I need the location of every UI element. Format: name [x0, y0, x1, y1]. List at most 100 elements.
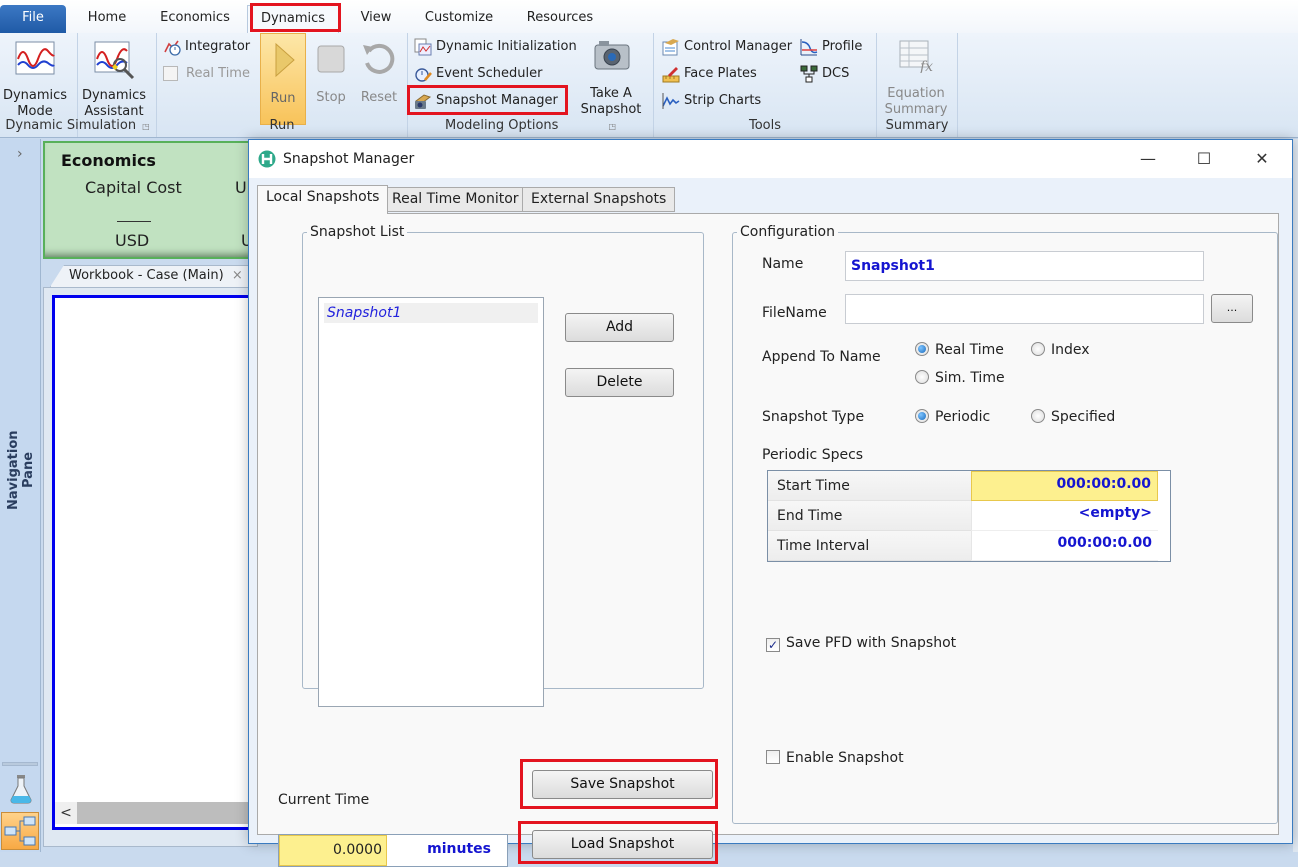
- add-button[interactable]: Add: [565, 313, 674, 342]
- horizontal-scrollbar[interactable]: [55, 802, 250, 824]
- strip-charts-button[interactable]: Strip Charts: [662, 90, 761, 112]
- take-snapshot-button[interactable]: Take A Snapshot: [578, 33, 644, 117]
- radio-indicator-selected[interactable]: [915, 409, 929, 423]
- take-snapshot-label-2: Snapshot: [580, 102, 642, 117]
- close-icon[interactable]: ×: [232, 268, 243, 283]
- grid-row: Start Time 000:00:0.00: [768, 471, 1170, 501]
- equation-summary-button[interactable]: fx Equation Summary: [880, 33, 952, 117]
- radio-append-real-time[interactable]: Real Time: [915, 341, 1004, 359]
- economics-next-label: U: [235, 178, 247, 197]
- save-pfd-label: Save PFD with Snapshot: [786, 635, 957, 651]
- dialog-launcher-icon[interactable]: ◳: [142, 122, 150, 131]
- dynamics-assistant-button[interactable]: Dynamics Assistant: [80, 33, 148, 119]
- workbook-tab-label: Workbook - Case (Main): [69, 268, 224, 283]
- modeling-options-label: Modeling Options: [445, 118, 559, 133]
- flask-icon[interactable]: [8, 774, 34, 804]
- tab-customize[interactable]: Customize: [416, 5, 502, 33]
- tab-economics[interactable]: Economics: [152, 5, 238, 33]
- radio-type-periodic[interactable]: Periodic: [915, 408, 990, 426]
- radio-append-index[interactable]: Index: [1031, 341, 1090, 359]
- economics-card[interactable]: Economics Capital Cost USD U U: [43, 141, 258, 259]
- end-time-value[interactable]: <empty>: [971, 501, 1158, 531]
- navigation-pane-label[interactable]: Navigation Pane: [6, 410, 36, 530]
- dialog-titlebar[interactable]: Snapshot Manager — ☐ ✕: [249, 140, 1292, 178]
- tab-resources[interactable]: Resources: [518, 5, 602, 33]
- radio-indicator-selected[interactable]: [915, 342, 929, 356]
- end-time-label: End Time: [768, 501, 971, 531]
- economics-title: Economics: [61, 151, 156, 170]
- radio-indicator[interactable]: [1031, 342, 1045, 356]
- tab-local-snapshots[interactable]: Local Snapshots: [257, 185, 389, 214]
- tab-real-time-monitor[interactable]: Real Time Monitor: [383, 187, 528, 212]
- dialog-launcher-icon[interactable]: ◳: [608, 122, 616, 131]
- run-label: Run: [270, 91, 296, 106]
- tab-external-snapshots[interactable]: External Snapshots: [522, 187, 676, 212]
- current-time-unit[interactable]: minutes: [387, 835, 495, 866]
- real-time-checkbox-box[interactable]: [163, 66, 178, 81]
- radio-append-sim-time[interactable]: Sim. Time: [915, 369, 1005, 387]
- current-time-value[interactable]: 0.0000: [279, 835, 387, 866]
- tab-dynamics[interactable]: Dynamics: [247, 5, 339, 33]
- checkbox-checked[interactable]: ✓: [766, 638, 780, 652]
- event-scheduler-button[interactable]: Event Scheduler: [414, 63, 542, 85]
- dynamics-mode-button[interactable]: Dynamics Mode: [2, 33, 68, 119]
- radio-label: Real Time: [935, 342, 1004, 358]
- tab-file[interactable]: File: [0, 5, 66, 33]
- tab-view[interactable]: View: [350, 5, 402, 33]
- radio-label: Specified: [1051, 409, 1116, 425]
- load-snapshot-button[interactable]: Load Snapshot: [532, 830, 713, 859]
- flowsheet-nav-button[interactable]: [1, 812, 39, 850]
- maximize-button[interactable]: ☐: [1181, 144, 1227, 174]
- name-input[interactable]: Snapshot1: [845, 251, 1204, 281]
- workbook-canvas[interactable]: [52, 295, 252, 830]
- save-snapshot-button[interactable]: Save Snapshot: [532, 770, 713, 799]
- tab-home[interactable]: Home: [76, 5, 138, 33]
- stop-button[interactable]: Stop: [312, 33, 350, 117]
- nav-expand-icon[interactable]: ›: [17, 146, 23, 162]
- close-button[interactable]: ✕: [1239, 144, 1285, 174]
- filename-input[interactable]: [845, 294, 1204, 324]
- dcs-label: DCS: [822, 66, 850, 81]
- control-manager-button[interactable]: Control Manager: [662, 36, 792, 58]
- checkbox-unchecked[interactable]: [766, 750, 780, 764]
- run-button[interactable]: Run: [260, 33, 306, 125]
- start-time-value[interactable]: 000:00:0.00: [971, 471, 1158, 501]
- minimize-button[interactable]: —: [1125, 144, 1171, 174]
- workbook-tab[interactable]: Workbook - Case (Main) ×: [50, 265, 250, 287]
- stop-label: Stop: [316, 90, 346, 105]
- play-icon: [275, 42, 295, 78]
- radio-type-specified[interactable]: Specified: [1031, 408, 1115, 426]
- profile-button[interactable]: Profile: [800, 36, 862, 58]
- integrator-button[interactable]: Integrator: [163, 36, 250, 58]
- radio-indicator[interactable]: [915, 370, 929, 384]
- nav-splitter[interactable]: [2, 762, 38, 766]
- reset-button[interactable]: Reset: [358, 33, 400, 117]
- snapshot-manager-dialog: Snapshot Manager — ☐ ✕ Local Snapshots R…: [248, 139, 1293, 867]
- scroll-left-icon[interactable]: <: [55, 802, 77, 824]
- real-time-checkbox[interactable]: Real Time: [163, 63, 250, 85]
- equation-summary-label-2: Summary: [884, 102, 948, 117]
- dynamic-initialization-button[interactable]: Dynamic Initialization: [414, 36, 577, 58]
- delete-button[interactable]: Delete: [565, 368, 674, 397]
- dcs-button[interactable]: DCS: [800, 63, 849, 85]
- name-label: Name: [762, 256, 804, 272]
- enable-snapshot-checkbox[interactable]: Enable Snapshot: [766, 749, 904, 767]
- ribbon-separator: [957, 33, 958, 137]
- snapshot-listbox[interactable]: Snapshot1: [318, 297, 544, 707]
- face-plates-button[interactable]: Face Plates: [662, 63, 757, 85]
- time-interval-value[interactable]: 000:00:0.00: [971, 531, 1158, 561]
- periodic-specs-label: Periodic Specs: [762, 447, 864, 463]
- current-time-label: Current Time: [278, 792, 370, 808]
- list-item[interactable]: Snapshot1: [324, 303, 538, 323]
- control-manager-icon: [662, 38, 679, 55]
- grid-row: End Time <empty>: [768, 501, 1170, 531]
- take-snapshot-label-1: Take A: [590, 86, 632, 101]
- dynamic-initialization-label: Dynamic Initialization: [436, 39, 577, 54]
- dialog-body: Local Snapshots Real Time Monitor Extern…: [249, 178, 1292, 867]
- radio-indicator[interactable]: [1031, 409, 1045, 423]
- save-pfd-checkbox[interactable]: ✓ Save PFD with Snapshot: [766, 634, 956, 652]
- snapshot-manager-button[interactable]: Snapshot Manager: [414, 90, 558, 112]
- face-plates-icon: [662, 66, 680, 82]
- snapshot-type-label: Snapshot Type: [762, 409, 865, 425]
- browse-button[interactable]: ...: [1211, 294, 1253, 323]
